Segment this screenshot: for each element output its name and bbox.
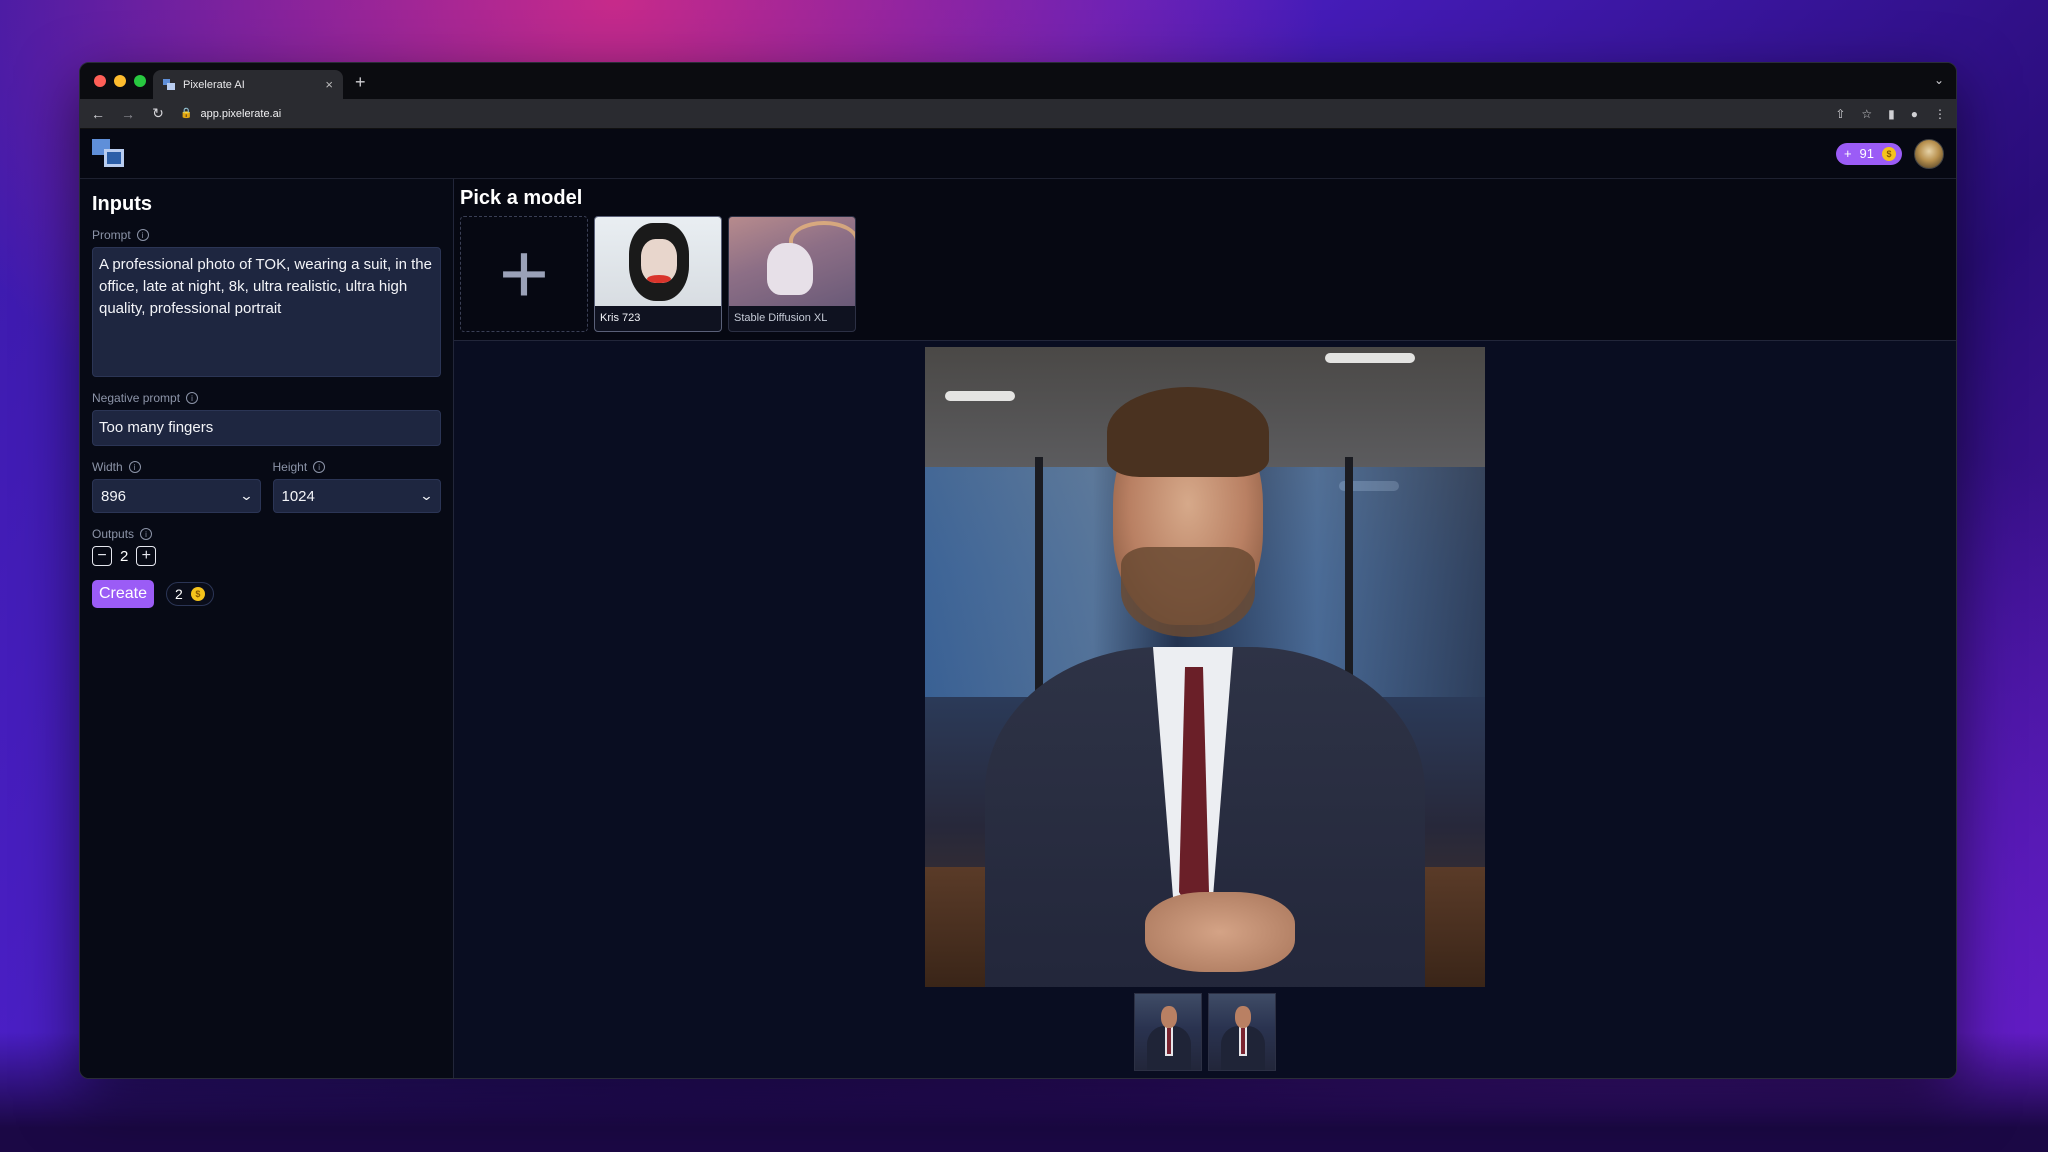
- minimize-window-button[interactable]: [114, 75, 126, 87]
- browser-tab[interactable]: Pixelerate AI ×: [153, 70, 343, 99]
- browser-toolbar-right: ⇧ ☆ ▮ ● ⋮: [1835, 107, 1946, 121]
- more-menu-icon[interactable]: ⋮: [1934, 107, 1946, 121]
- tab-close-icon[interactable]: ×: [325, 77, 333, 92]
- model-cards: + Kris 723 Stable Diffusion XL: [460, 216, 1950, 332]
- pixelerate-logo[interactable]: [92, 138, 126, 169]
- create-button[interactable]: Create: [92, 580, 155, 608]
- outputs-label-row: Outputs i: [92, 527, 441, 541]
- model-thumbnail: [595, 217, 721, 306]
- coin-icon: $: [1882, 146, 1896, 161]
- model-thumbnail: [729, 217, 855, 306]
- chevron-down-icon: ⌄: [419, 488, 434, 503]
- new-tab-button[interactable]: +: [355, 72, 366, 93]
- add-model-button[interactable]: +: [460, 216, 588, 332]
- tab-search-chevron-icon[interactable]: ⌄: [1934, 73, 1944, 87]
- cost-badge: 2 $: [166, 582, 214, 606]
- width-select[interactable]: 896 ⌄: [92, 479, 261, 513]
- width-value: 896: [101, 487, 127, 505]
- header-actions: + 91 $: [1835, 138, 1944, 169]
- output-thumbnail[interactable]: [1134, 993, 1202, 1071]
- negative-prompt-label-row: Negative prompt i: [92, 391, 441, 405]
- increment-button[interactable]: +: [136, 546, 157, 566]
- height-label: Height: [272, 460, 308, 474]
- credits-button[interactable]: + 91 $: [1835, 142, 1902, 165]
- outputs-label: Outputs: [92, 527, 135, 541]
- height-value: 1024: [281, 487, 315, 505]
- model-name: Kris 723: [600, 312, 641, 324]
- inputs-panel: Inputs Prompt i A professional photo of …: [80, 179, 454, 1078]
- side-panel-icon[interactable]: ▮: [1888, 107, 1895, 121]
- address-bar: ← → ↻ 🔒 app.pixelerate.ai ⇧ ☆ ▮ ● ⋮: [80, 99, 1956, 129]
- negative-prompt-textarea[interactable]: Too many fingers: [92, 410, 441, 446]
- plus-icon: +: [1843, 146, 1852, 161]
- model-name: Stable Diffusion XL: [734, 312, 828, 324]
- generated-image[interactable]: [925, 347, 1485, 987]
- outputs-value: 2: [120, 547, 129, 565]
- window-controls: [94, 75, 146, 87]
- prompt-textarea[interactable]: A professional photo of TOK, wearing a s…: [92, 247, 441, 377]
- bookmark-star-icon[interactable]: ☆: [1861, 107, 1872, 121]
- reload-button[interactable]: ↻: [150, 105, 166, 122]
- info-icon[interactable]: i: [313, 461, 326, 473]
- chevron-down-icon: ⌄: [238, 488, 254, 503]
- share-icon[interactable]: ⇧: [1835, 107, 1845, 121]
- maximize-window-button[interactable]: [134, 75, 146, 87]
- model-picker: Pick a model + Kris 723 Stable Diffusion…: [454, 179, 1956, 341]
- info-icon[interactable]: i: [186, 392, 199, 404]
- dimensions-row: Width i 896 ⌄ Height i 1024 ⌄: [92, 460, 441, 513]
- height-label-row: Height i: [273, 460, 442, 474]
- avatar[interactable]: [1914, 138, 1944, 169]
- close-window-button[interactable]: [94, 75, 106, 87]
- output-thumbnail[interactable]: [1208, 993, 1276, 1071]
- info-icon[interactable]: i: [136, 229, 149, 241]
- info-icon[interactable]: i: [140, 528, 153, 540]
- tab-bar: Pixelerate AI × + ⌄: [80, 63, 1956, 99]
- browser-window: Pixelerate AI × + ⌄ ← → ↻ 🔒 app.pixelera…: [79, 62, 1957, 1079]
- favicon-icon: [163, 78, 175, 91]
- back-button[interactable]: ←: [90, 106, 106, 122]
- credits-count: 91: [1859, 146, 1874, 161]
- cost-value: 2: [175, 586, 183, 602]
- output-preview: [454, 341, 1956, 1078]
- output-thumbnails: [1134, 993, 1276, 1071]
- height-select[interactable]: 1024 ⌄: [272, 479, 441, 513]
- model-card-stable-diffusion-xl[interactable]: Stable Diffusion XL: [728, 216, 856, 332]
- app-header: + 91 $: [80, 129, 1956, 179]
- forward-button[interactable]: →: [120, 106, 136, 122]
- width-label-row: Width i: [92, 460, 261, 474]
- url-text: app.pixelerate.ai: [200, 107, 282, 120]
- profile-icon[interactable]: ●: [1911, 107, 1918, 121]
- width-label: Width: [92, 460, 123, 474]
- plus-icon: +: [498, 225, 550, 322]
- prompt-label: Prompt: [92, 228, 131, 242]
- url-field[interactable]: 🔒 app.pixelerate.ai: [180, 102, 1822, 125]
- model-card-kris-723[interactable]: Kris 723: [594, 216, 722, 332]
- negative-prompt-label: Negative prompt: [92, 391, 181, 405]
- create-row: Create 2 $: [92, 580, 441, 608]
- prompt-label-row: Prompt i: [92, 228, 441, 242]
- app-body: Inputs Prompt i A professional photo of …: [80, 179, 1956, 1078]
- outputs-stepper: − 2 +: [92, 546, 441, 566]
- info-icon[interactable]: i: [128, 461, 141, 473]
- inputs-title: Inputs: [92, 193, 152, 215]
- decrement-button[interactable]: −: [92, 546, 112, 566]
- tab-title: Pixelerate AI: [183, 78, 245, 91]
- lock-icon: 🔒: [180, 108, 193, 119]
- main-area: Pick a model + Kris 723 Stable Diffusion…: [454, 179, 1956, 1078]
- coin-icon: $: [190, 587, 205, 601]
- model-picker-title: Pick a model: [460, 187, 583, 209]
